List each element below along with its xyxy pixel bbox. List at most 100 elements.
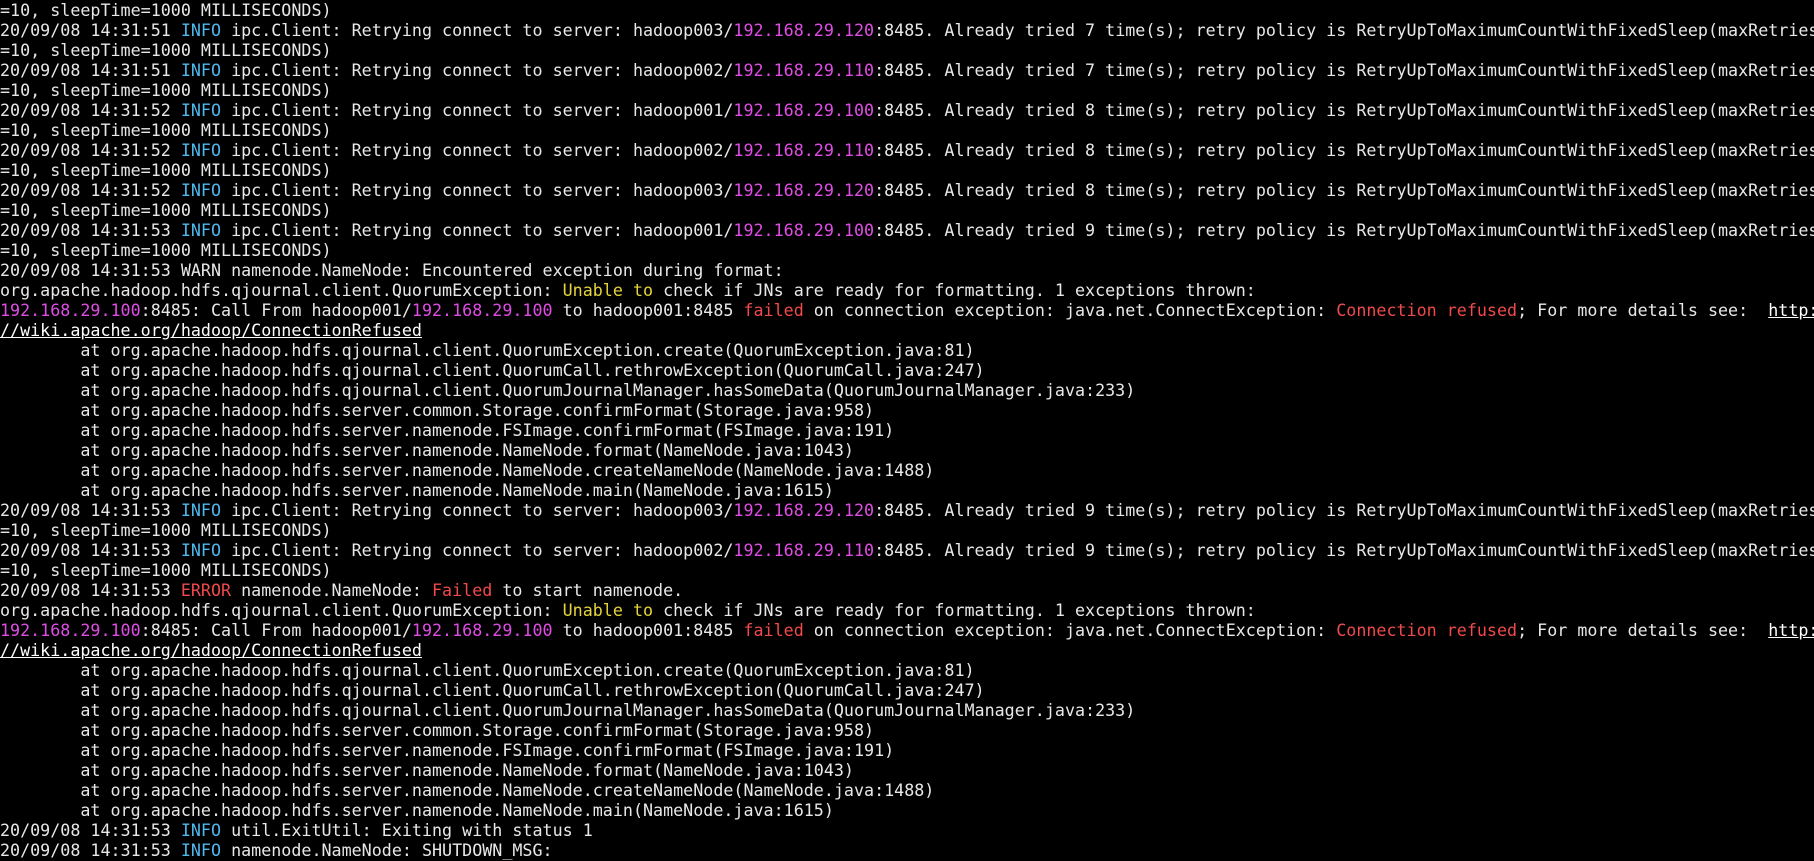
log-text: at org.apache.hadoop.hdfs.qjournal.clien… (0, 340, 975, 360)
log-line: at org.apache.hadoop.hdfs.qjournal.clien… (0, 680, 1814, 700)
wiki-link[interactable]: //wiki.apache.org/hadoop/ConnectionRefus… (0, 640, 422, 660)
failure-keyword: Failed (432, 580, 493, 600)
log-text: =10, sleepTime=1000 MILLISECONDS) (0, 200, 332, 220)
log-level-info: INFO (180, 20, 222, 40)
log-level-info: INFO (180, 140, 222, 160)
log-line: 20/09/08 14:31:51 INFO ipc.Client: Retry… (0, 20, 1814, 40)
log-line: 20/09/08 14:31:53 INFO ipc.Client: Retry… (0, 500, 1814, 520)
log-text: :8485. Already tried 7 time(s); retry po… (874, 60, 1814, 80)
log-line: =10, sleepTime=1000 MILLISECONDS) (0, 520, 1814, 540)
log-text: 20/09/08 14:31:52 (0, 180, 181, 200)
log-text: at org.apache.hadoop.hdfs.qjournal.clien… (0, 660, 975, 680)
log-text: =10, sleepTime=1000 MILLISECONDS) (0, 80, 332, 100)
log-text: :8485: Call From hadoop001/ (140, 620, 412, 640)
log-text: check if JNs are ready for formatting. 1… (653, 600, 1256, 620)
log-level-info: INFO (180, 100, 222, 120)
log-text: namenode.NameNode: SHUTDOWN_MSG: (221, 840, 553, 860)
failure-keyword: failed (743, 300, 804, 320)
log-level-info: INFO (180, 60, 222, 80)
unable-to-text: Unable to (562, 600, 654, 620)
log-text: =10, sleepTime=1000 MILLISECONDS) (0, 520, 332, 540)
log-text: :8485. Already tried 9 time(s); retry po… (874, 540, 1814, 560)
log-text: =10, sleepTime=1000 MILLISECONDS) (0, 0, 332, 20)
log-text: at org.apache.hadoop.hdfs.server.namenod… (0, 480, 834, 500)
log-line: org.apache.hadoop.hdfs.qjournal.client.Q… (0, 600, 1814, 620)
log-text: at org.apache.hadoop.hdfs.qjournal.clien… (0, 700, 1136, 720)
log-text: ipc.Client: Retrying connect to server: … (221, 500, 734, 520)
log-text: =10, sleepTime=1000 MILLISECONDS) (0, 120, 332, 140)
log-level-info: INFO (180, 180, 222, 200)
log-line: at org.apache.hadoop.hdfs.qjournal.clien… (0, 660, 1814, 680)
log-line: =10, sleepTime=1000 MILLISECONDS) (0, 0, 1814, 20)
log-line: 20/09/08 14:31:51 INFO ipc.Client: Retry… (0, 60, 1814, 80)
log-level-info: INFO (180, 220, 222, 240)
ip-address: 192.168.29.100 (733, 220, 875, 240)
log-text: :8485. Already tried 8 time(s); retry po… (874, 180, 1814, 200)
log-text: ipc.Client: Retrying connect to server: … (221, 540, 734, 560)
log-level-error: ERROR (180, 580, 232, 600)
log-text: org.apache.hadoop.hdfs.qjournal.client.Q… (0, 280, 563, 300)
ip-address: 192.168.29.100 (0, 620, 141, 640)
log-level-info: INFO (180, 840, 222, 860)
log-line: 20/09/08 14:31:53 INFO util.ExitUtil: Ex… (0, 820, 1814, 840)
ip-address: 192.168.29.100 (733, 100, 875, 120)
failure-keyword: failed (743, 620, 804, 640)
log-text: =10, sleepTime=1000 MILLISECONDS) (0, 560, 332, 580)
log-line: at org.apache.hadoop.hdfs.server.common.… (0, 720, 1814, 740)
log-text: util.ExitUtil: Exiting with status 1 (221, 820, 593, 840)
terminal-output[interactable]: =10, sleepTime=1000 MILLISECONDS) 20/09/0… (0, 0, 1814, 861)
ip-address: 192.168.29.120 (733, 180, 875, 200)
log-line: at org.apache.hadoop.hdfs.server.namenod… (0, 740, 1814, 760)
log-text: namenode.NameNode: (231, 580, 433, 600)
log-line: at org.apache.hadoop.hdfs.qjournal.clien… (0, 360, 1814, 380)
unable-to-text: Unable to (562, 280, 654, 300)
wiki-link[interactable]: http: (1768, 300, 1814, 320)
log-text: :8485. Already tried 7 time(s); retry po… (874, 20, 1814, 40)
log-line: =10, sleepTime=1000 MILLISECONDS) (0, 200, 1814, 220)
connection-refused-text: Connection refused (1336, 300, 1518, 320)
ip-address: 192.168.29.100 (411, 620, 553, 640)
log-line: org.apache.hadoop.hdfs.qjournal.client.Q… (0, 280, 1814, 300)
log-text: 20/09/08 14:31:53 (0, 580, 181, 600)
log-text: 20/09/08 14:31:52 (0, 140, 181, 160)
log-text: at org.apache.hadoop.hdfs.server.namenod… (0, 740, 895, 760)
log-line: at org.apache.hadoop.hdfs.qjournal.clien… (0, 340, 1814, 360)
log-text: check if JNs are ready for formatting. 1… (653, 280, 1256, 300)
log-text: to start namenode. (492, 580, 684, 600)
log-text: ipc.Client: Retrying connect to server: … (221, 60, 734, 80)
log-line: =10, sleepTime=1000 MILLISECONDS) (0, 80, 1814, 100)
log-text: 20/09/08 14:31:51 (0, 20, 181, 40)
ip-address: 192.168.29.110 (733, 140, 875, 160)
ip-address: 192.168.29.110 (733, 60, 875, 80)
log-line: 20/09/08 14:31:53 ERROR namenode.NameNod… (0, 580, 1814, 600)
wiki-link[interactable]: //wiki.apache.org/hadoop/ConnectionRefus… (0, 320, 422, 340)
ip-address: 192.168.29.100 (0, 300, 141, 320)
log-line: at org.apache.hadoop.hdfs.qjournal.clien… (0, 700, 1814, 720)
log-text: at org.apache.hadoop.hdfs.qjournal.clien… (0, 360, 985, 380)
log-text: org.apache.hadoop.hdfs.qjournal.client.Q… (0, 600, 563, 620)
log-line: 20/09/08 14:31:53 INFO ipc.Client: Retry… (0, 220, 1814, 240)
log-text: 20/09/08 14:31:52 (0, 100, 181, 120)
log-line: //wiki.apache.org/hadoop/ConnectionRefus… (0, 640, 1814, 660)
log-text: at org.apache.hadoop.hdfs.server.namenod… (0, 420, 895, 440)
log-line: 192.168.29.100:8485: Call From hadoop001… (0, 300, 1814, 320)
log-text: to hadoop001:8485 (552, 300, 744, 320)
log-text: ipc.Client: Retrying connect to server: … (221, 140, 734, 160)
log-text: 20/09/08 14:31:53 (0, 540, 181, 560)
log-text: 20/09/08 14:31:53 (0, 840, 181, 860)
log-text: on connection exception: java.net.Connec… (803, 300, 1337, 320)
log-text: at org.apache.hadoop.hdfs.server.namenod… (0, 440, 854, 460)
log-text: ; For more details see: (1517, 300, 1769, 320)
wiki-link[interactable]: http: (1768, 620, 1814, 640)
log-text: at org.apache.hadoop.hdfs.server.namenod… (0, 800, 834, 820)
log-line: 20/09/08 14:31:53 WARN namenode.NameNode… (0, 260, 1814, 280)
log-line: 20/09/08 14:31:52 INFO ipc.Client: Retry… (0, 100, 1814, 120)
ip-address: 192.168.29.120 (733, 500, 875, 520)
log-text: ipc.Client: Retrying connect to server: … (221, 180, 734, 200)
log-line: at org.apache.hadoop.hdfs.qjournal.clien… (0, 380, 1814, 400)
log-text: ipc.Client: Retrying connect to server: … (221, 20, 734, 40)
log-text: :8485. Already tried 8 time(s); retry po… (874, 100, 1814, 120)
log-text: to hadoop001:8485 (552, 620, 744, 640)
log-line: 20/09/08 14:31:53 INFO namenode.NameNode… (0, 840, 1814, 860)
log-text: =10, sleepTime=1000 MILLISECONDS) (0, 40, 332, 60)
